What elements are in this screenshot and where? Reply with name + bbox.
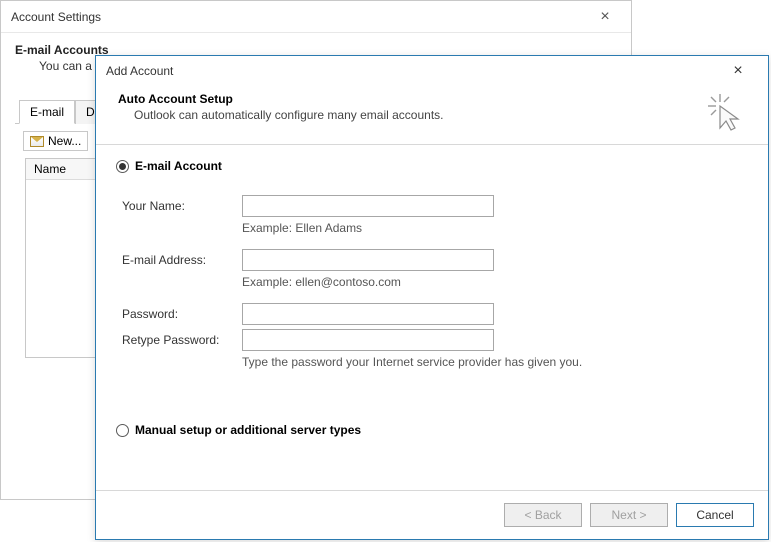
next-button[interactable]: Next > — [590, 503, 668, 527]
close-icon[interactable]: × — [718, 56, 758, 86]
radio-email-label: E-mail Account — [135, 159, 222, 173]
retype-password-label: Retype Password: — [122, 333, 242, 347]
add-account-title: Add Account — [106, 64, 173, 78]
email-label: E-mail Address: — [122, 253, 242, 267]
radio-manual-label: Manual setup or additional server types — [135, 423, 361, 437]
radio-email-account[interactable]: E-mail Account — [116, 159, 748, 173]
add-account-titlebar: Add Account × — [96, 56, 768, 86]
wizard-subheading: Outlook can automatically configure many… — [118, 108, 444, 122]
account-settings-titlebar: Account Settings × — [1, 1, 631, 33]
email-hint: Example: ellen@contoso.com — [122, 275, 748, 289]
password-input[interactable] — [242, 303, 494, 325]
cursor-click-icon — [706, 92, 746, 132]
email-input[interactable] — [242, 249, 494, 271]
wizard-button-bar: < Back Next > Cancel — [96, 490, 768, 539]
password-label: Password: — [122, 307, 242, 321]
new-account-button[interactable]: New... — [23, 131, 88, 151]
radio-manual-setup[interactable]: Manual setup or additional server types — [116, 423, 748, 437]
new-button-label: New... — [48, 134, 81, 148]
wizard-header: Auto Account Setup Outlook can automatic… — [96, 86, 768, 145]
your-name-input[interactable] — [242, 195, 494, 217]
mail-icon — [30, 136, 44, 147]
wizard-body: E-mail Account Your Name: Example: Ellen… — [96, 145, 768, 490]
account-settings-title: Account Settings — [11, 10, 101, 24]
add-account-window: Add Account × Auto Account Setup Outlook… — [95, 55, 769, 540]
tab-email[interactable]: E-mail — [19, 100, 75, 124]
close-icon[interactable]: × — [589, 8, 621, 26]
password-hint: Type the password your Internet service … — [122, 355, 748, 369]
your-name-label: Your Name: — [122, 199, 242, 213]
cancel-button[interactable]: Cancel — [676, 503, 754, 527]
fields-group: Your Name: Example: Ellen Adams E-mail A… — [116, 195, 748, 369]
your-name-hint: Example: Ellen Adams — [122, 221, 748, 235]
radio-icon — [116, 424, 129, 437]
radio-icon — [116, 160, 129, 173]
wizard-heading: Auto Account Setup — [118, 92, 444, 106]
retype-password-input[interactable] — [242, 329, 494, 351]
back-button[interactable]: < Back — [504, 503, 582, 527]
